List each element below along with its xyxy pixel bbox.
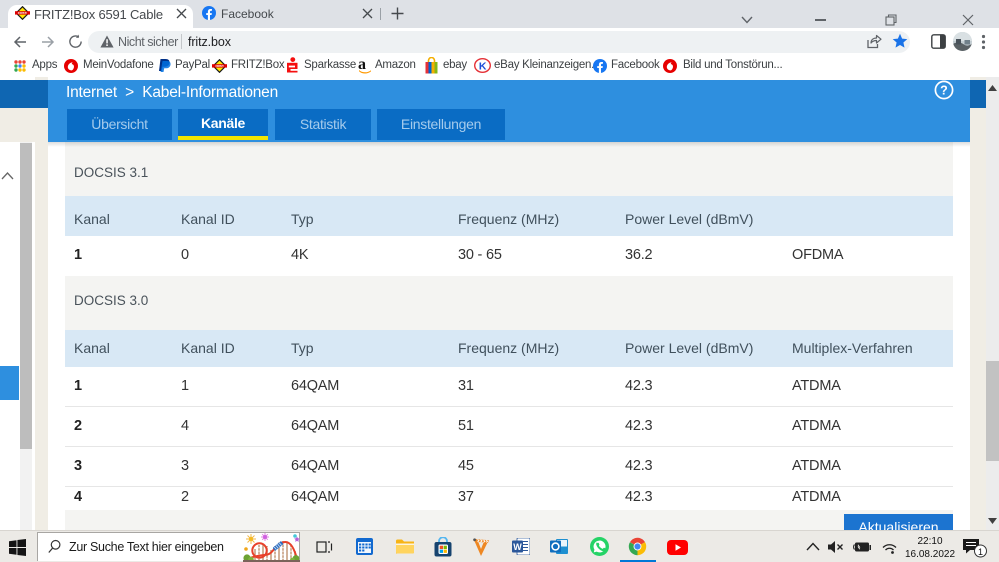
svg-text:1: 1 (978, 547, 983, 557)
svg-text:W: W (513, 542, 522, 552)
svg-text:?: ? (940, 83, 948, 97)
svg-text:K: K (479, 60, 487, 72)
svg-text:FRITZ!: FRITZ! (18, 11, 28, 15)
svg-text:FRITZ!: FRITZ! (216, 64, 224, 68)
